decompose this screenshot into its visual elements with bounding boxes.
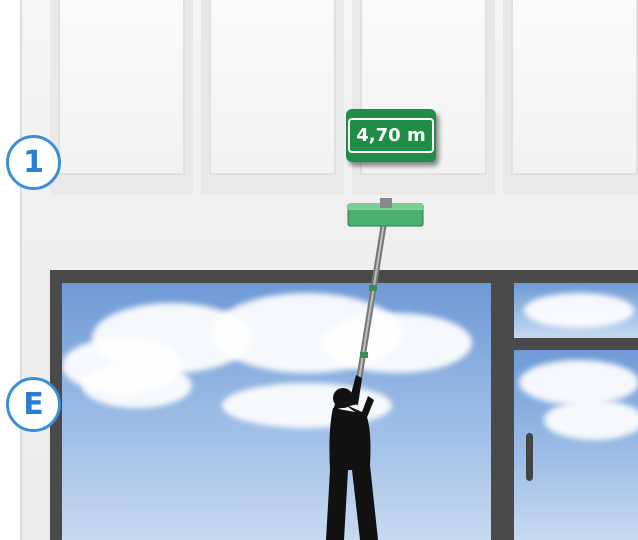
facade-scene: 1 E 4,70 m: [0, 0, 638, 540]
telescopic-pole-squeegee-icon: [347, 198, 424, 406]
person-silhouette-icon: [326, 375, 378, 540]
worker-graphic: [326, 198, 424, 540]
height-value: 4,70 m: [348, 118, 434, 153]
height-sign: 4,70 m: [346, 109, 436, 162]
